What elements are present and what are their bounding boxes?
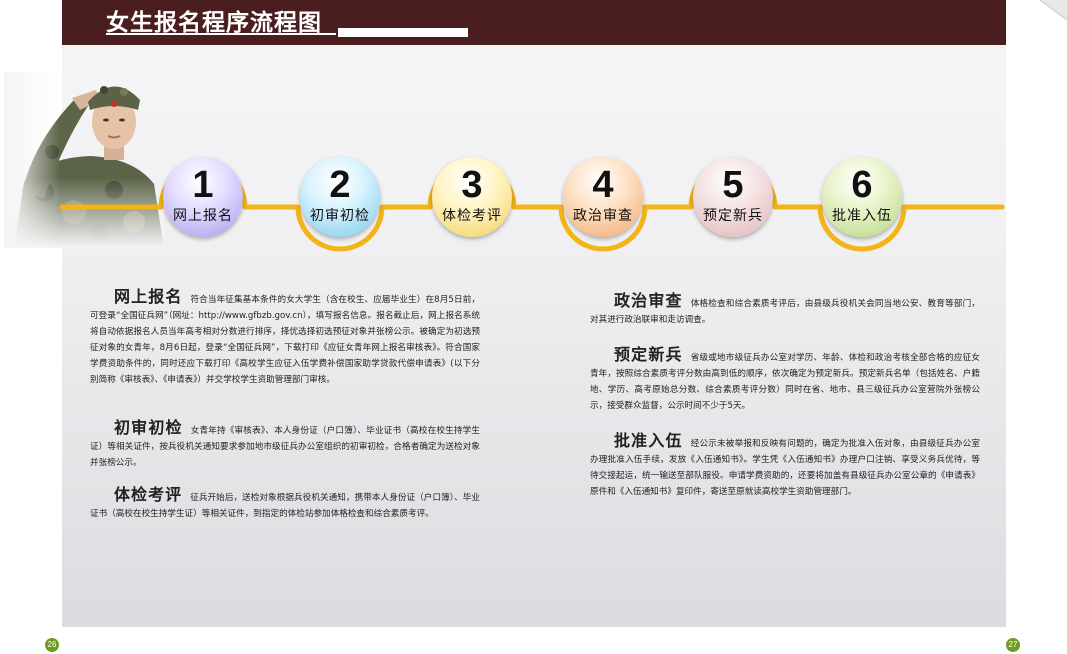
- step-number: 3: [461, 164, 483, 206]
- section-online-registration: 网上报名 符合当年征集基本条件的女大学生（含在校生、应届毕业生）在8月5日前，可登…: [90, 289, 480, 388]
- section-prospective-recruit: 预定新兵 省级或地市级征兵办公室对学历、年龄、体检和政治考核全部合格的应征女青年，…: [590, 347, 980, 414]
- section-text: 符合当年征集基本条件的女大学生（含在校生、应届毕业生）在8月5日前，可登录“全国…: [90, 295, 480, 385]
- section-heading: 政治审查: [614, 291, 683, 310]
- step-number: 4: [592, 164, 614, 206]
- step-4-political-review: 4 政治审查: [563, 157, 643, 237]
- page-number-left: 26: [45, 638, 59, 652]
- step-5-prospective-recruit: 5 预定新兵: [693, 157, 773, 237]
- step-label: 网上报名: [173, 208, 233, 224]
- step-label: 初审初检: [310, 208, 370, 224]
- process-timeline-line: [59, 162, 1005, 252]
- step-number: 1: [192, 164, 214, 206]
- section-enlistment-approval: 批准入伍 经公示未被举报和反映有问题的，确定为批准入伍对象，由县级征兵办公室办理批…: [590, 433, 980, 500]
- page-title: 女生报名程序流程图: [106, 10, 322, 36]
- section-heading: 初审初检: [114, 418, 183, 437]
- step-number: 2: [329, 164, 351, 206]
- section-political-review: 政治审查 体格检查和综合素质考评后，由县级兵役机关会同当地公安、教育等部门，对其进…: [590, 293, 980, 328]
- step-number: 6: [851, 164, 873, 206]
- title-underline: [106, 33, 336, 35]
- section-heading: 批准入伍: [614, 431, 683, 450]
- step-3-physical-exam: 3 体检考评: [432, 157, 512, 237]
- section-heading: 体检考评: [114, 485, 183, 504]
- step-label: 体检考评: [442, 208, 502, 224]
- step-label: 政治审查: [573, 208, 633, 224]
- step-label: 批准入伍: [832, 208, 892, 224]
- page-corner-fold-icon: [1040, 0, 1067, 20]
- section-heading: 网上报名: [114, 287, 183, 306]
- step-2-initial-review: 2 初审初检: [300, 157, 380, 237]
- step-6-enlistment-approval: 6 批准入伍: [822, 157, 902, 237]
- section-heading: 预定新兵: [614, 345, 683, 364]
- section-initial-review: 初审初检 女青年持《审核表》、本人身份证（户口簿）、毕业证书（高校在校生持学生证）…: [90, 420, 480, 471]
- step-1-online-registration: 1 网上报名: [163, 157, 243, 237]
- page-number-right: 27: [1006, 638, 1020, 652]
- section-physical-exam: 体检考评 征兵开始后，送检对象根据兵役机关通知，携带本人身份证（户口簿）、毕业证书…: [90, 487, 480, 522]
- step-number: 5: [722, 164, 744, 206]
- title-decoration: [338, 28, 468, 37]
- step-label: 预定新兵: [703, 208, 763, 224]
